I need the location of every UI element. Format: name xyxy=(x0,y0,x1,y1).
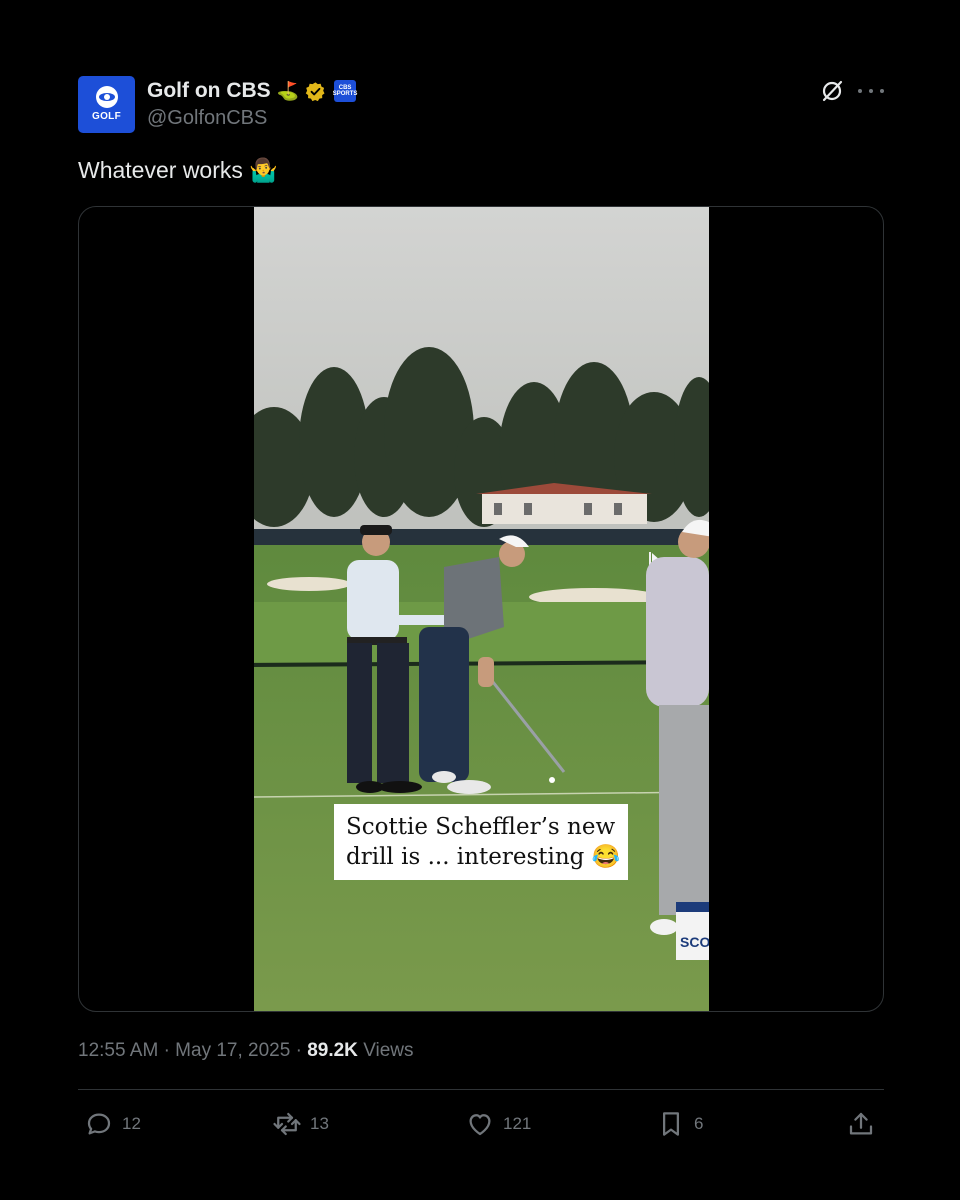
repost-count: 13 xyxy=(310,1114,329,1133)
share-icon xyxy=(849,1112,873,1135)
views-label: Views xyxy=(363,1040,414,1061)
reply-icon xyxy=(87,1113,111,1135)
more-dot xyxy=(858,89,862,93)
more-dot xyxy=(880,89,884,93)
fence xyxy=(254,529,709,545)
bookmark-icon xyxy=(663,1112,679,1136)
video-scene: SCO xyxy=(254,207,709,1011)
handle[interactable]: @GolfonCBS xyxy=(147,107,267,130)
display-name[interactable]: Golf on CBS xyxy=(147,79,271,103)
meta-separator: · xyxy=(295,1040,302,1061)
views-count: 89.2K xyxy=(307,1040,358,1061)
golf-flag-emoji: ⛳️ xyxy=(276,80,300,101)
grok-icon[interactable] xyxy=(820,79,844,103)
like-count: 121 xyxy=(503,1114,532,1133)
meta-separator: · xyxy=(163,1040,170,1061)
name-row: Golf on CBS ⛳️ CBS SPORTS xyxy=(147,78,357,104)
repost-icon xyxy=(273,1112,301,1136)
post-time[interactable]: 12:55 AM xyxy=(78,1040,158,1061)
more-icon[interactable] xyxy=(858,78,884,104)
repost-button[interactable]: 13 xyxy=(272,1108,329,1140)
video-frame[interactable]: SCO Scottie Scheffler’s new drill is ...… xyxy=(254,207,709,1011)
reply-button[interactable]: 12 xyxy=(84,1108,141,1140)
reply-count: 12 xyxy=(122,1114,141,1133)
bunker-left xyxy=(267,577,351,591)
divider xyxy=(78,1089,884,1090)
tweet-text: Whatever works 🤷‍♂️ xyxy=(78,157,278,183)
cbs-sports-badge: CBS SPORTS xyxy=(333,80,357,102)
avatar-brand-text: GOLF xyxy=(92,110,121,122)
more-dot xyxy=(869,89,873,93)
video-caption: Scottie Scheffler’s new drill is ... int… xyxy=(334,804,628,880)
bookmark-count: 6 xyxy=(694,1114,704,1133)
bookmark-button[interactable]: 6 xyxy=(656,1108,703,1140)
heart-icon xyxy=(469,1114,491,1136)
like-button[interactable]: 121 xyxy=(465,1108,531,1140)
share-button[interactable] xyxy=(846,1108,876,1140)
video-media[interactable]: SCO Scottie Scheffler’s new drill is ...… xyxy=(78,206,884,1012)
video-caption-line2: drill is ... interesting 😂 xyxy=(346,844,621,870)
post-date[interactable]: May 17, 2025 xyxy=(175,1040,290,1061)
player-sign: SCO xyxy=(676,902,709,960)
avatar[interactable]: GOLF xyxy=(78,76,135,133)
post-meta: 12:55 AM · May 17, 2025 · 89.2K Views xyxy=(78,1040,414,1062)
verified-badge-icon[interactable] xyxy=(305,81,326,102)
action-bar: 12 13 121 6 xyxy=(78,1108,884,1140)
cbs-eye-logo xyxy=(95,85,118,108)
video-caption-line1: Scottie Scheffler’s new xyxy=(346,814,616,840)
svg-text:SCO: SCO xyxy=(680,934,709,950)
